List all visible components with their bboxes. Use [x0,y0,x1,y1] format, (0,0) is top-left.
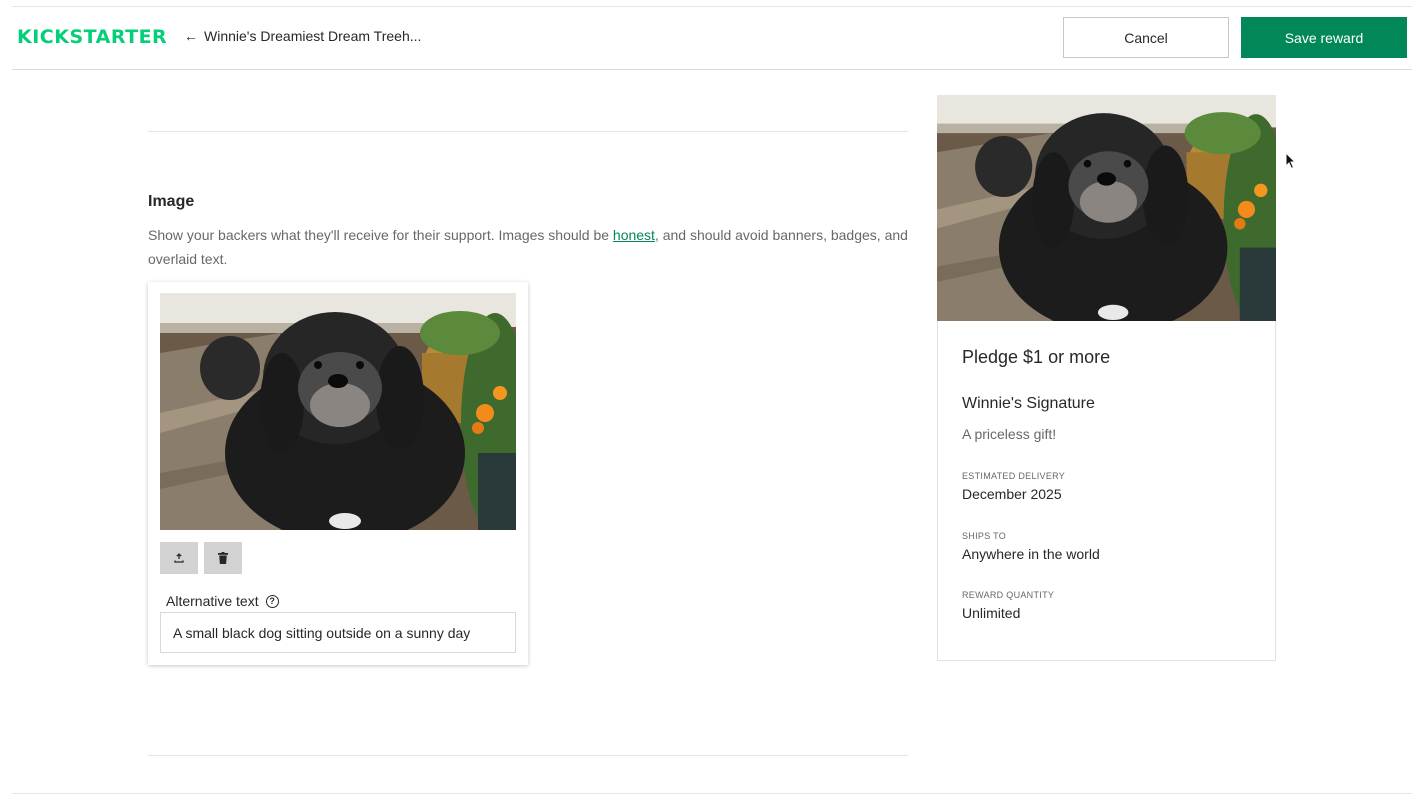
pledge-amount: Pledge $1 or more [962,347,1111,367]
preview-image [937,95,1276,321]
help-icon[interactable]: ? [265,594,279,608]
project-title: Winnie's Dreamiest Dream Treeh... [204,28,422,44]
back-link[interactable]: ← Winnie's Dreamiest Dream Treeh... [184,28,421,44]
mouse-cursor-icon [1285,152,1297,170]
trash-icon [218,552,228,564]
alt-text-label-text: Alternative text [166,593,259,609]
honest-link[interactable]: honest [613,227,655,243]
bottom-border [12,793,1412,794]
image-upload-card: Alternative text ? [148,282,528,665]
image-section-description: Show your backers what they'll receive f… [148,223,918,271]
delete-image-button[interactable] [204,542,242,574]
alt-text-input[interactable] [160,612,516,653]
section-divider-bottom [148,755,908,756]
quantity-value: Unlimited [962,605,1021,621]
ships-to-label: SHIPS TO [962,531,1007,541]
app-header: KICKSTARTER ← Winnie's Dreamiest Dream T… [12,7,1412,70]
section-divider-top [148,131,908,132]
save-reward-button[interactable]: Save reward [1241,17,1407,58]
reward-image [160,293,516,530]
quantity-label: REWARD QUANTITY [962,590,1055,600]
cancel-button[interactable]: Cancel [1063,17,1229,58]
kickstarter-logo[interactable]: KICKSTARTER [17,27,167,47]
upload-icon [174,553,184,563]
delivery-value: December 2025 [962,486,1062,502]
back-arrow-icon: ← [184,28,198,44]
image-section-title: Image [148,193,195,210]
reward-preview-card: Pledge $1 or more Winnie's Signature A p… [937,95,1276,661]
reward-title: Winnie's Signature [962,395,1095,412]
ships-to-value: Anywhere in the world [962,546,1100,562]
delivery-label: ESTIMATED DELIVERY [962,471,1066,481]
alt-text-label: Alternative text ? [166,593,279,609]
description-text: Show your backers what they'll receive f… [148,227,613,243]
upload-image-button[interactable] [160,542,198,574]
reward-description: A priceless gift! [962,426,1057,442]
